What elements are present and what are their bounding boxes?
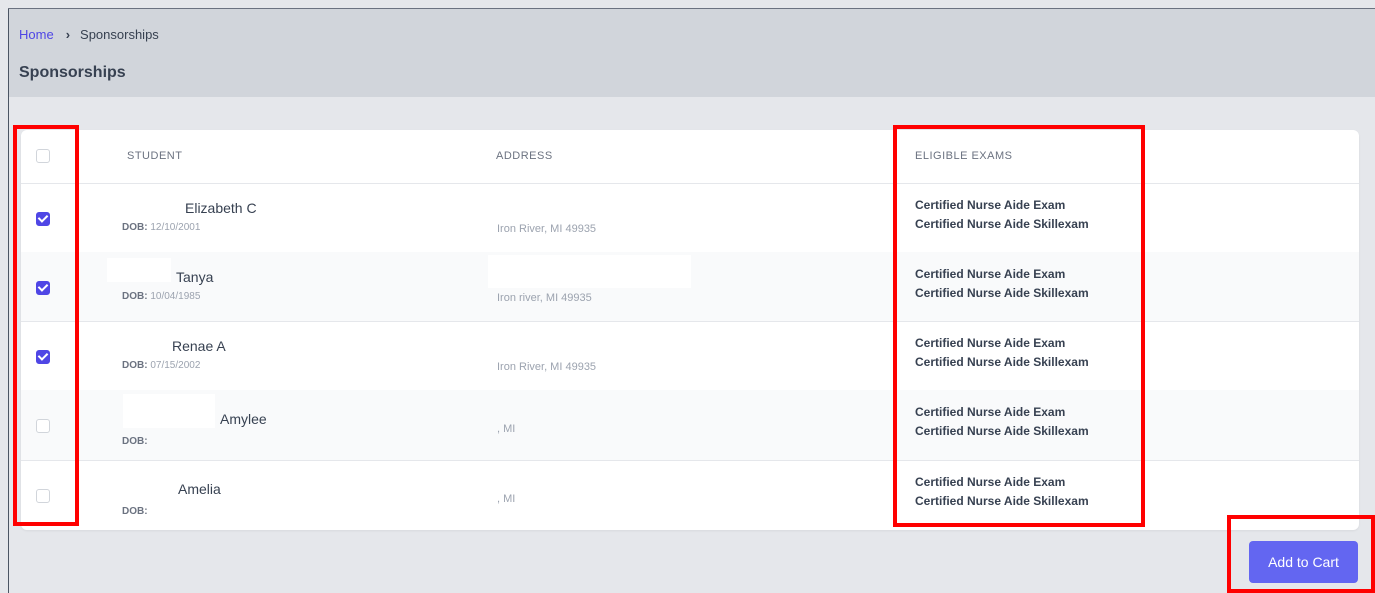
dob-label: DOB: <box>122 222 148 233</box>
student-name: Amylee <box>220 411 267 427</box>
table-row[interactable]: Elizabeth C DOB: 12/10/2001 Iron River, … <box>21 183 1359 253</box>
sponsorships-table: STUDENT ADDRESS ELIGIBLE EXAMS Elizabeth… <box>21 130 1359 530</box>
row-checkbox[interactable] <box>36 419 50 433</box>
student-address: , MI <box>497 423 516 435</box>
redaction-box <box>488 255 691 288</box>
redaction-box <box>123 394 215 428</box>
student-dob: 10/04/1985 <box>150 291 201 302</box>
row-checkbox[interactable] <box>36 281 50 295</box>
page-header: Home › Sponsorships Sponsorships <box>9 9 1375 97</box>
page-title: Sponsorships <box>19 64 126 81</box>
select-all-checkbox[interactable] <box>36 149 50 163</box>
exam-item: Certified Nurse Aide Exam <box>915 475 1066 489</box>
table-row[interactable]: Renae A DOB: 07/15/2002 Iron River, MI 4… <box>21 321 1359 391</box>
add-to-cart-button[interactable]: Add to Cart <box>1249 541 1358 583</box>
row-checkbox[interactable] <box>36 489 50 503</box>
eligible-exams: Certified Nurse Aide Exam Certified Nurs… <box>915 196 1089 234</box>
exam-item: Certified Nurse Aide Exam <box>915 405 1066 419</box>
exam-item: Certified Nurse Aide Exam <box>915 336 1066 350</box>
student-address: , MI <box>497 493 516 505</box>
eligible-exams: Certified Nurse Aide Exam Certified Nurs… <box>915 473 1089 511</box>
column-header-eligible-exams: ELIGIBLE EXAMS <box>915 150 1013 162</box>
redaction-box <box>107 258 171 282</box>
student-name: Renae A <box>172 338 226 354</box>
exam-item: Certified Nurse Aide Skillexam <box>915 494 1089 508</box>
row-checkbox[interactable] <box>36 350 50 364</box>
dob-label: DOB: <box>122 360 148 371</box>
table-row[interactable]: Tanya DOB: 10/04/1985 Iron river, MI 499… <box>21 252 1359 322</box>
exam-item: Certified Nurse Aide Exam <box>915 198 1066 212</box>
student-dob: 07/15/2002 <box>150 360 201 371</box>
table-row[interactable]: Amelia DOB: , MI Certified Nurse Aide Ex… <box>21 460 1359 530</box>
student-address: Iron River, MI 49935 <box>497 223 597 235</box>
exam-item: Certified Nurse Aide Skillexam <box>915 355 1089 369</box>
column-header-address: ADDRESS <box>496 150 553 162</box>
breadcrumb: Home › Sponsorships <box>19 27 159 42</box>
exam-item: Certified Nurse Aide Skillexam <box>915 217 1089 231</box>
breadcrumb-current: Sponsorships <box>80 27 159 42</box>
table-row[interactable]: Amylee DOB: , MI Certified Nurse Aide Ex… <box>21 390 1359 461</box>
exam-item: Certified Nurse Aide Skillexam <box>915 424 1089 438</box>
dob-label: DOB: <box>122 291 148 302</box>
student-address: Iron River, MI 49935 <box>497 361 597 373</box>
dob-label: DOB: <box>122 506 148 517</box>
table-header-row: STUDENT ADDRESS ELIGIBLE EXAMS <box>21 130 1359 184</box>
exam-item: Certified Nurse Aide Exam <box>915 267 1066 281</box>
eligible-exams: Certified Nurse Aide Exam Certified Nurs… <box>915 265 1089 303</box>
eligible-exams: Certified Nurse Aide Exam Certified Nurs… <box>915 403 1089 441</box>
student-address: Iron river, MI 49935 <box>497 292 592 304</box>
student-name: Amelia <box>178 481 221 497</box>
breadcrumb-chevron-icon: › <box>65 27 71 42</box>
student-dob: 12/10/2001 <box>150 222 201 233</box>
row-checkbox[interactable] <box>36 212 50 226</box>
eligible-exams: Certified Nurse Aide Exam Certified Nurs… <box>915 334 1089 372</box>
column-header-student: STUDENT <box>127 150 183 162</box>
breadcrumb-home-link[interactable]: Home <box>19 27 54 42</box>
student-name: Tanya <box>176 269 214 285</box>
dob-label: DOB: <box>122 436 148 447</box>
exam-item: Certified Nurse Aide Skillexam <box>915 286 1089 300</box>
student-name: Elizabeth C <box>185 200 257 216</box>
